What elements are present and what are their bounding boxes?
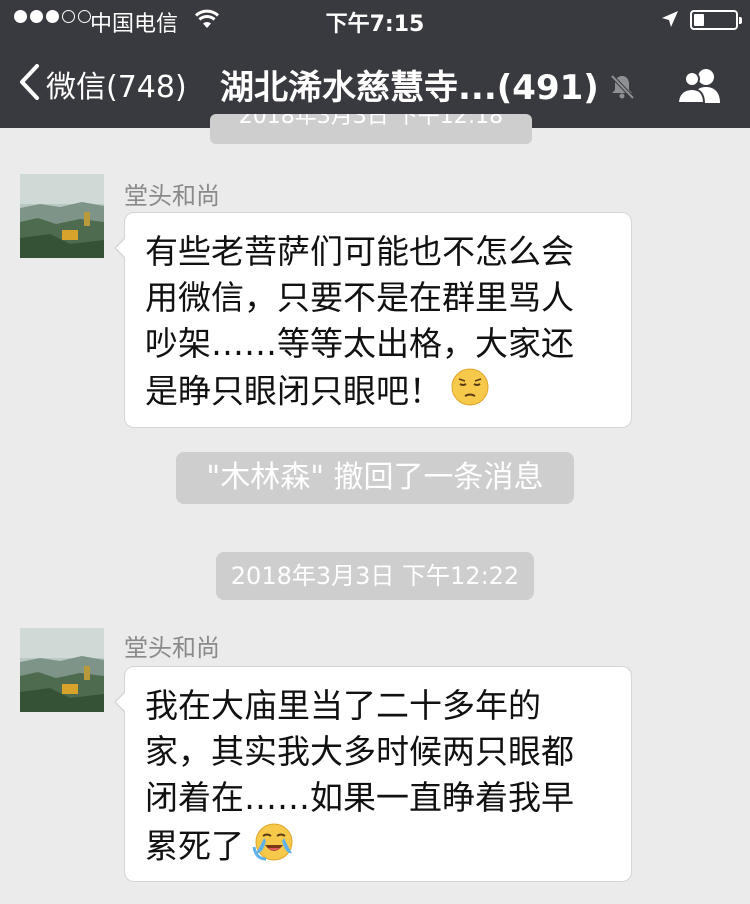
chat-area[interactable]: 2018年3月3日 下午12:18 堂头和尚 有些老菩萨们可能也不怎么会 用微信…: [0, 114, 750, 904]
message-line: 吵架……等等太出格，大家还: [145, 324, 574, 363]
avatar[interactable]: [20, 628, 104, 712]
timestamp-pill-cut: 2018年3月3日 下午12:18: [210, 114, 532, 144]
sender-name: 堂头和尚: [124, 182, 220, 210]
top-bar: 中国电信 下午7:15 微信(748) 湖北浠水慈慧寺...(491): [0, 0, 750, 128]
message-line: 累死了: [145, 826, 244, 866]
mute-bell-icon: [608, 72, 636, 104]
chat-title: 湖北浠水慈慧寺...(491): [220, 68, 599, 108]
timestamp-pill: 2018年3月3日 下午12:22: [216, 552, 534, 600]
sender-name: 堂头和尚: [124, 634, 220, 662]
status-bar: 中国电信 下午7:15: [0, 0, 750, 40]
message-line: 家，其实我大多时候两只眼都: [145, 732, 574, 771]
group-members-icon[interactable]: [676, 66, 724, 110]
message-line: 是睁只眼闭只眼吧！: [145, 371, 442, 411]
message-line: 用微信，只要不是在群里骂人: [145, 278, 574, 317]
loudly-crying-face-emoji: [252, 821, 296, 875]
status-time: 下午7:15: [325, 12, 425, 37]
back-label: 微信(748): [46, 70, 187, 105]
avatar[interactable]: [20, 174, 104, 258]
pensive-face-emoji: [450, 367, 490, 419]
message-line: 我在大庙里当了二十多年的: [145, 686, 541, 725]
recall-notice: "木林森" 撤回了一条消息: [176, 452, 574, 504]
back-button[interactable]: 微信(748): [18, 62, 187, 106]
battery-icon: [690, 10, 742, 30]
message-bubble[interactable]: 有些老菩萨们可能也不怎么会 用微信，只要不是在群里骂人 吵架……等等太出格，大家…: [114, 212, 632, 428]
location-arrow-icon: [660, 9, 680, 33]
message-bubble[interactable]: 我在大庙里当了二十多年的 家，其实我大多时候两只眼都 闭着在……如果一直睁着我早…: [114, 666, 632, 882]
message-line: 闭着在……如果一直睁着我早: [145, 778, 574, 817]
back-chevron-icon: [18, 63, 40, 105]
message-line: 有些老菩萨们可能也不怎么会: [145, 232, 574, 271]
